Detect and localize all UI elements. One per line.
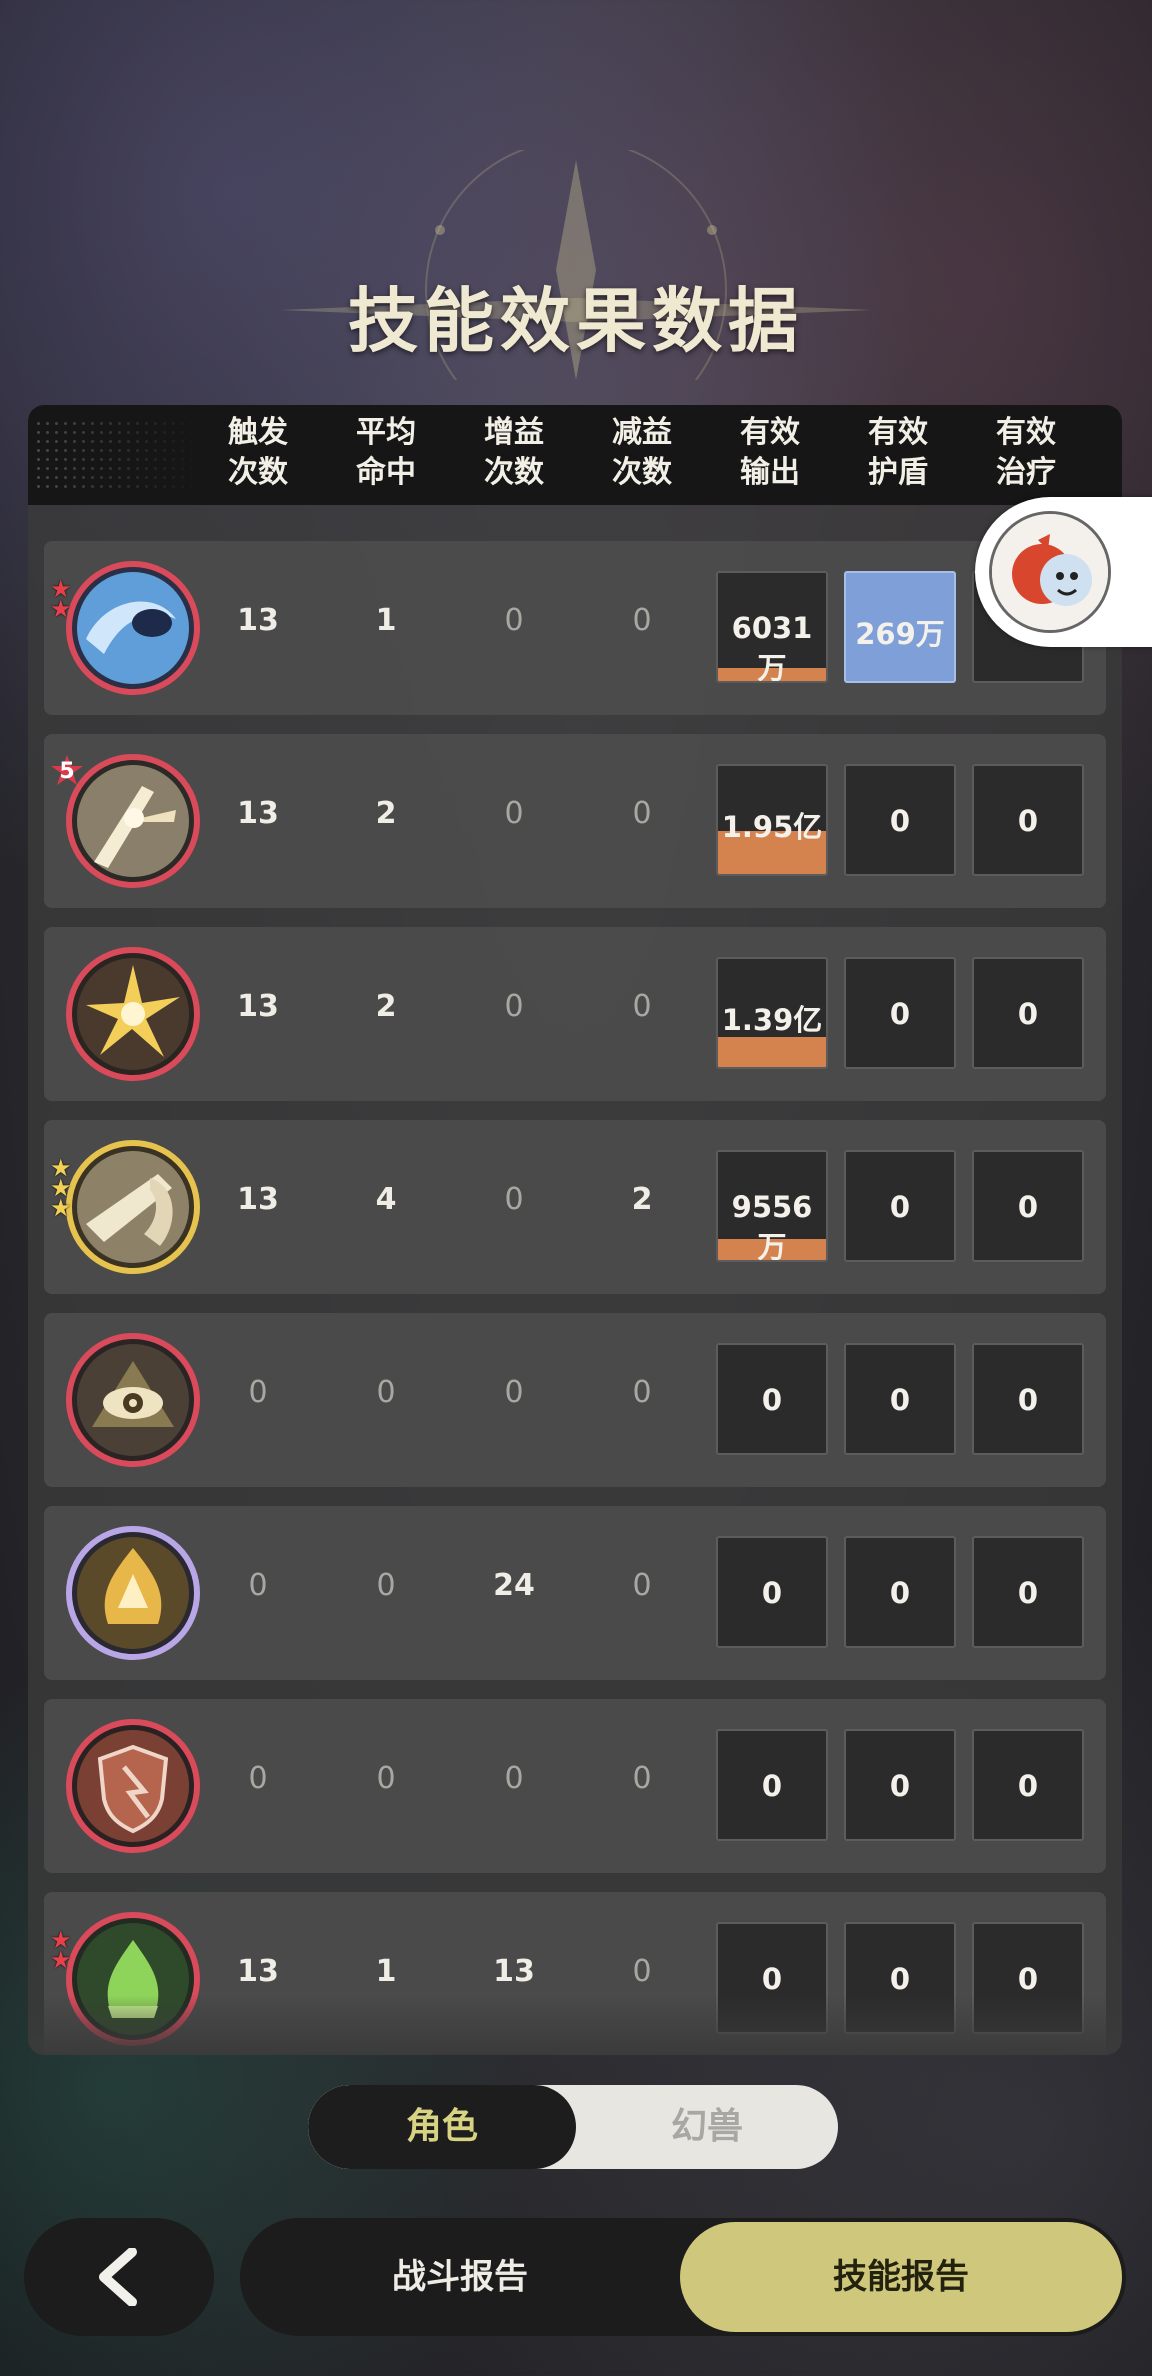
header-output: 有效 输出 <box>740 415 800 490</box>
debuffs-value: 0 <box>632 1954 652 1989</box>
output-cell: 0 <box>716 1729 828 1841</box>
heal-cell: 0 <box>972 1729 1084 1841</box>
role-beast-toggle[interactable]: 角色 幻兽 <box>308 2085 838 2169</box>
lance-strike-skill-icon <box>64 1138 202 1276</box>
buffs-value: 0 <box>504 1182 524 1217</box>
triggers-value: 0 <box>248 1568 268 1603</box>
scroll-fade <box>28 1995 1122 2055</box>
debuffs-value: 0 <box>632 603 652 638</box>
battle-report-tab[interactable]: 战斗报告 <box>240 2218 680 2336</box>
triggers-value: 13 <box>237 1182 279 1217</box>
buffs-value: 13 <box>493 1954 535 1989</box>
shield-cell: 269万 <box>844 571 956 683</box>
skill-report-tab[interactable]: 技能报告 <box>680 2222 1122 2332</box>
shield-cell: 0 <box>844 1536 956 1648</box>
output-cell: 0 <box>716 1536 828 1648</box>
avg-hits-value: 0 <box>376 1375 396 1410</box>
output-bar <box>718 1036 826 1067</box>
output-cell: 1.95亿 <box>716 764 828 876</box>
buffs-value: 24 <box>493 1568 535 1603</box>
header-triggers: 触发 次数 <box>228 415 288 490</box>
triggers-value: 13 <box>237 989 279 1024</box>
shield-cell: 0 <box>844 1150 956 1262</box>
eye-skill-icon <box>64 1331 202 1469</box>
rarity-stars: ★ ★ <box>50 1926 72 1974</box>
table-row[interactable]: 0 0 0 0 0 0 0 <box>44 1699 1106 1873</box>
shield-cell: 0 <box>844 1729 956 1841</box>
table-row[interactable]: 0 0 0 0 0 0 0 <box>44 1313 1106 1487</box>
avg-hits-value: 0 <box>376 1568 396 1603</box>
report-nav[interactable]: 战斗报告 技能报告 <box>240 2218 1126 2336</box>
water-wave-skill-icon <box>64 559 202 697</box>
avg-hits-value: 1 <box>375 603 397 638</box>
golden-flame-skill-icon <box>64 1524 202 1662</box>
buffs-value: 0 <box>504 989 524 1024</box>
triggers-value: 13 <box>237 603 279 638</box>
output-cell: 1.39亿 <box>716 957 828 1069</box>
buffs-value: 0 <box>504 796 524 831</box>
chevron-left-icon <box>99 2248 137 2306</box>
heal-cell: 0 <box>972 1536 1084 1648</box>
rarity-stars: ★ ★ ★ <box>50 1154 72 1222</box>
triggers-value: 13 <box>237 796 279 831</box>
avg-hits-value: 4 <box>375 1182 397 1217</box>
triggers-value: 0 <box>248 1761 268 1796</box>
buffs-value: 0 <box>504 1375 524 1410</box>
avg-hits-value: 2 <box>375 796 397 831</box>
shield-cell: 0 <box>844 1343 956 1455</box>
header-avg-hits: 平均 命中 <box>356 415 416 490</box>
toggle-option-role[interactable]: 角色 <box>308 2085 576 2169</box>
debuffs-value: 2 <box>631 1182 653 1217</box>
avg-hits-value: 0 <box>376 1761 396 1796</box>
header-dot-pattern <box>34 419 204 493</box>
table-header: 触发 次数 平均 命中 增益 次数 减益 次数 有效 输出 有效 护盾 有效 治疗 <box>28 405 1122 505</box>
debuffs-value: 0 <box>632 1568 652 1603</box>
debuffs-value: 0 <box>632 1375 652 1410</box>
shield-cell: 0 <box>844 957 956 1069</box>
header-debuffs: 减益 次数 <box>612 415 672 490</box>
triggers-value: 13 <box>237 1954 279 1989</box>
output-cell: 6031万 <box>716 571 828 683</box>
rarity-stars: ★ ★ <box>50 575 72 623</box>
debuffs-value: 0 <box>632 989 652 1024</box>
header-shield: 有效 护盾 <box>868 415 928 490</box>
skill-data-table[interactable]: 触发 次数 平均 命中 增益 次数 减益 次数 有效 输出 有效 护盾 有效 治疗 ★ ★ 13… <box>28 405 1122 2055</box>
heal-cell: 0 <box>972 1150 1084 1262</box>
light-slash-skill-icon <box>64 752 202 890</box>
broken-shield-skill-icon <box>64 1717 202 1855</box>
debuffs-value: 0 <box>632 796 652 831</box>
floating-assistant-button[interactable] <box>975 497 1152 647</box>
output-cell: 0 <box>716 1343 828 1455</box>
back-button[interactable] <box>24 2218 214 2336</box>
header-heal: 有效 治疗 <box>996 415 1056 490</box>
avg-hits-value: 2 <box>375 989 397 1024</box>
header-buffs: 增益 次数 <box>484 415 544 490</box>
heal-cell: 0 <box>972 764 1084 876</box>
table-row[interactable]: 5 13 2 0 0 1.95亿 0 0 <box>44 734 1106 908</box>
avg-hits-value: 1 <box>375 1954 397 1989</box>
lightning-burst-skill-icon <box>64 945 202 1083</box>
table-row[interactable]: 0 0 24 0 0 0 0 <box>44 1506 1106 1680</box>
buffs-value: 0 <box>504 1761 524 1796</box>
buffs-value: 0 <box>504 603 524 638</box>
level-badge: 5 <box>50 754 84 788</box>
table-row[interactable]: ★ ★ 13 1 0 0 6031万 269万 <box>44 541 1106 715</box>
debuffs-value: 0 <box>632 1761 652 1796</box>
table-row[interactable]: 13 2 0 0 1.39亿 0 0 <box>44 927 1106 1101</box>
output-cell: 9556万 <box>716 1150 828 1262</box>
triggers-value: 0 <box>248 1375 268 1410</box>
heal-cell: 0 <box>972 1343 1084 1455</box>
page-title: 技能效果数据 <box>348 280 804 362</box>
table-row[interactable]: ★ ★ ★ 13 4 0 2 9556万 0 0 <box>44 1120 1106 1294</box>
toggle-option-beast[interactable]: 幻兽 <box>576 2085 838 2169</box>
assistant-avatar-icon <box>989 511 1111 633</box>
heal-cell: 0 <box>972 957 1084 1069</box>
shield-cell: 0 <box>844 764 956 876</box>
